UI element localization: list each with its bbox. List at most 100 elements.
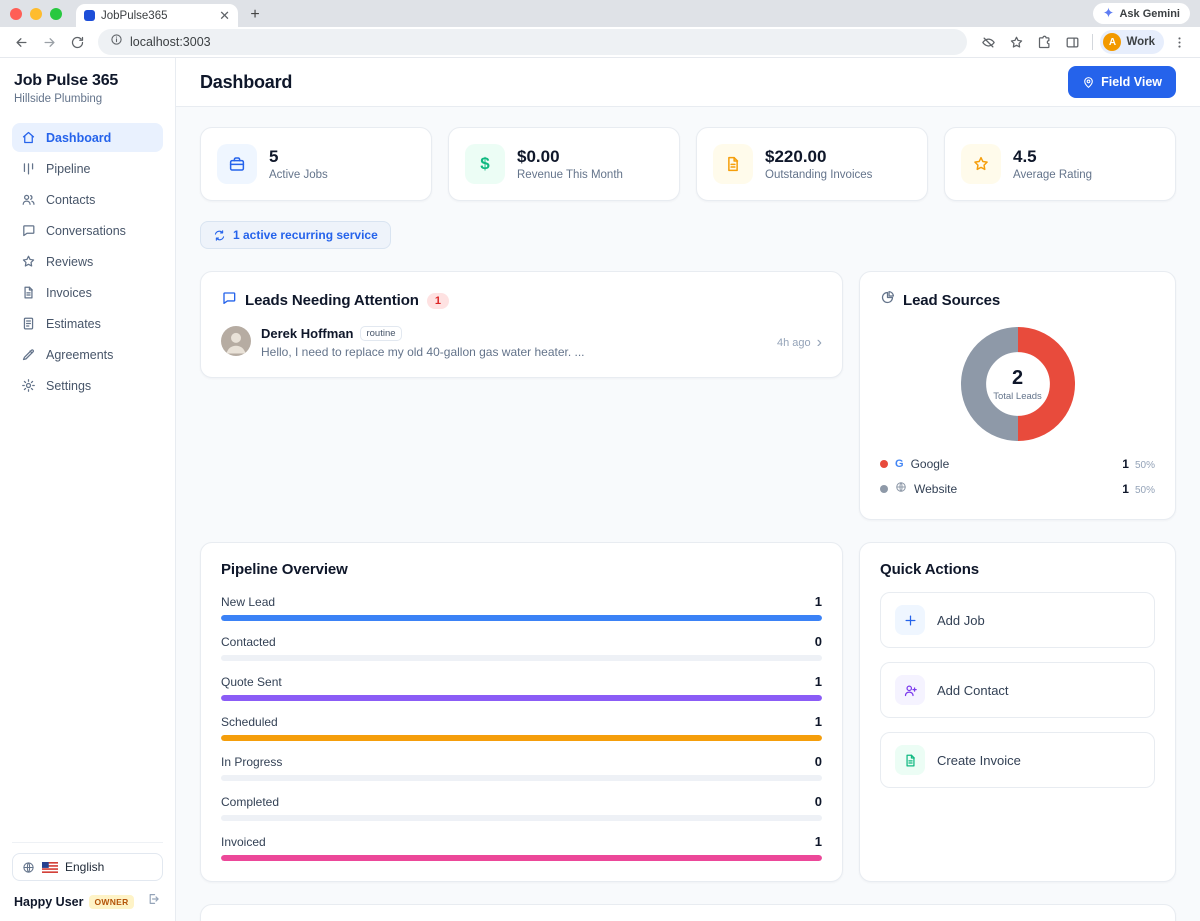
ask-gemini-button[interactable]: Ask Gemini: [1093, 3, 1190, 24]
sidebar-item-dashboard[interactable]: Dashboard: [12, 123, 163, 152]
sidebar-item-label: Reviews: [46, 255, 93, 269]
stat-value: 4.5: [1013, 147, 1092, 167]
sidebar-item-invoices[interactable]: Invoices: [12, 278, 163, 307]
browser-chrome: JobPulse365 ✕ + Ask Gemini localhost:300…: [0, 0, 1200, 58]
extensions-icon[interactable]: [1031, 29, 1057, 55]
stat-card-revenue: $ $0.00 Revenue This Month: [448, 127, 680, 201]
sidebar-item-reviews[interactable]: Reviews: [12, 247, 163, 276]
password-manager-icon[interactable]: [975, 29, 1001, 55]
language-label: English: [65, 860, 104, 874]
legend-count: 1: [1122, 482, 1129, 496]
person-add-icon: [895, 675, 925, 705]
stage-bar: [221, 735, 822, 741]
language-selector[interactable]: English: [12, 853, 163, 881]
page-header: Dashboard Field View: [176, 58, 1200, 107]
total-leads-label: Total Leads: [993, 391, 1042, 402]
lead-sources-legend: G Google 1 50% Website: [880, 452, 1155, 501]
star-icon: [961, 144, 1001, 184]
user-role-badge: owner: [89, 895, 133, 909]
legend-percent: 50%: [1135, 460, 1155, 471]
stage-bar: [221, 855, 822, 861]
sidebar-item-label: Contacts: [46, 193, 95, 207]
sidebar-footer: English Happy User owner: [12, 842, 163, 911]
sidebar-item-label: Conversations: [46, 224, 126, 238]
profile-avatar: A: [1103, 33, 1121, 51]
reload-button[interactable]: [64, 29, 90, 55]
sidebar: Job Pulse 365 Hillside Plumbing Dashboar…: [0, 58, 176, 921]
browser-menu-icon[interactable]: [1166, 29, 1192, 55]
url-text: localhost:3003: [130, 35, 211, 49]
stage-bar: [221, 695, 822, 701]
site-info-icon[interactable]: [110, 33, 123, 51]
lead-sources-title: Lead Sources: [903, 292, 1000, 309]
stage-count: 1: [815, 834, 822, 849]
stage-label: New Lead: [221, 595, 275, 609]
sidebar-item-contacts[interactable]: Contacts: [12, 185, 163, 214]
chevron-right-icon: ›: [817, 335, 822, 351]
sidebar-item-label: Agreements: [46, 348, 113, 362]
legend-count: 1: [1122, 457, 1129, 471]
profile-chip[interactable]: A Work: [1100, 30, 1164, 54]
page-title: Dashboard: [200, 72, 292, 93]
window-close-button[interactable]: [10, 8, 22, 20]
add-contact-button[interactable]: Add Contact: [880, 662, 1155, 718]
side-panel-icon[interactable]: [1059, 29, 1085, 55]
pipeline-stage-completed: Completed0: [221, 794, 822, 821]
pipeline-stage-quote-sent: Quote Sent 1: [221, 674, 822, 701]
sidebar-item-label: Estimates: [46, 317, 101, 331]
back-button[interactable]: [8, 29, 34, 55]
pipeline-overview-card: Pipeline Overview New Lead1 Contacted0 Q…: [200, 542, 843, 882]
recent-activity-card: Recent Activity INV-20260316-002 $220.00…: [200, 904, 1176, 921]
stats-row: 5 Active Jobs $ $0.00 Revenue This Month: [200, 127, 1176, 201]
forward-button[interactable]: [36, 29, 62, 55]
pipeline-stage-in-progress: In Progress0: [221, 754, 822, 781]
create-invoice-button[interactable]: Create Invoice: [880, 732, 1155, 788]
sidebar-item-label: Settings: [46, 379, 91, 393]
stage-count: 0: [815, 634, 822, 649]
stat-card-active-jobs: 5 Active Jobs: [200, 127, 432, 201]
legend-percent: 50%: [1135, 485, 1155, 496]
users-icon: [21, 192, 36, 207]
stage-label: Quote Sent: [221, 675, 282, 689]
stage-count: 0: [815, 754, 822, 769]
sidebar-item-settings[interactable]: Settings: [12, 371, 163, 400]
sidebar-item-agreements[interactable]: Agreements: [12, 340, 163, 369]
lead-name: Derek Hoffman: [261, 326, 353, 341]
tab-close-icon[interactable]: ✕: [219, 9, 230, 22]
leads-card: Leads Needing Attention 1 Derek Hoffman …: [200, 271, 843, 378]
stage-label: Completed: [221, 795, 279, 809]
window-minimize-button[interactable]: [30, 8, 42, 20]
plus-icon: [895, 605, 925, 635]
stat-card-average-rating: 4.5 Average Rating: [944, 127, 1176, 201]
chat-icon: [21, 223, 36, 238]
logout-icon[interactable]: [147, 892, 161, 911]
home-icon: [21, 130, 36, 145]
sidebar-nav: Dashboard Pipeline Contacts Conversation…: [12, 123, 163, 400]
lead-sources-card: Lead Sources 2 Total Leads: [859, 271, 1176, 520]
gear-icon: [21, 378, 36, 393]
estimate-icon: [21, 316, 36, 331]
window-zoom-button[interactable]: [50, 8, 62, 20]
tab-strip: JobPulse365 ✕ + Ask Gemini: [0, 0, 1200, 27]
new-tab-button[interactable]: +: [244, 4, 266, 26]
field-view-button[interactable]: Field View: [1068, 66, 1176, 98]
stage-count: 1: [815, 674, 822, 689]
sidebar-item-estimates[interactable]: Estimates: [12, 309, 163, 338]
sidebar-item-conversations[interactable]: Conversations: [12, 216, 163, 245]
quick-action-label: Add Contact: [937, 683, 1009, 698]
legend-dot: [880, 485, 888, 493]
add-job-button[interactable]: Add Job: [880, 592, 1155, 648]
lead-list-item[interactable]: Derek Hoffman routine Hello, I need to r…: [221, 326, 822, 359]
invoice-icon: [21, 285, 36, 300]
sidebar-item-pipeline[interactable]: Pipeline: [12, 154, 163, 183]
lead-tag: routine: [360, 326, 401, 341]
toolbar-divider: [1092, 34, 1093, 50]
browser-tab[interactable]: JobPulse365 ✕: [76, 4, 238, 27]
pen-icon: [21, 347, 36, 362]
gemini-sparkle-icon: [1103, 7, 1114, 21]
bookmark-star-icon[interactable]: [1003, 29, 1029, 55]
recurring-service-banner[interactable]: 1 active recurring service: [200, 221, 391, 249]
address-bar[interactable]: localhost:3003: [98, 29, 967, 55]
quick-action-label: Add Job: [937, 613, 985, 628]
recurring-service-label: 1 active recurring service: [233, 228, 378, 242]
